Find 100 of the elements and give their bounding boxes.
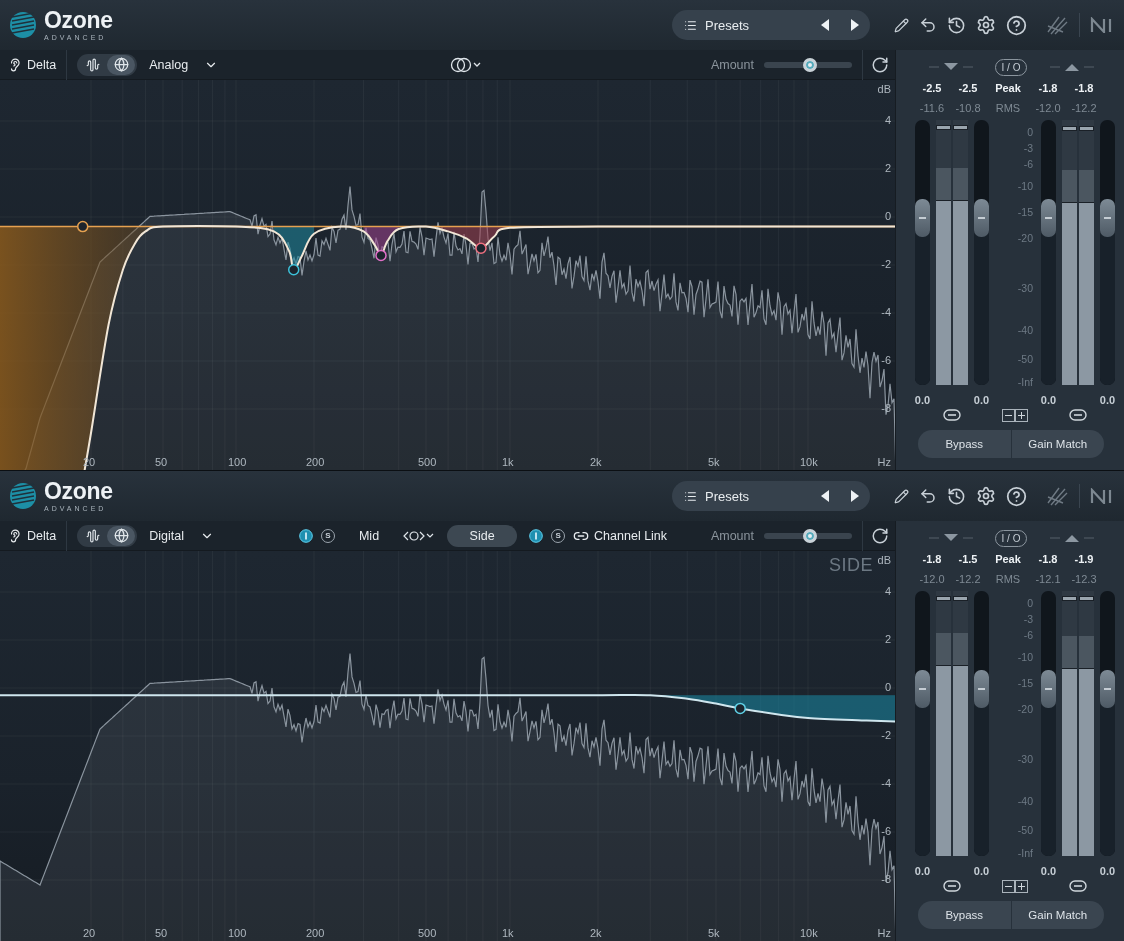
bypass-button[interactable]: Bypass (918, 901, 1011, 929)
globe-icon (113, 528, 129, 543)
eq-node[interactable] (734, 702, 746, 715)
ear-icon (8, 528, 22, 543)
x-axis-label: 1k (502, 927, 514, 939)
x-axis-unit: Hz (877, 456, 891, 468)
rms-value: -12.3 (1071, 573, 1097, 585)
gain-match-button[interactable]: Gain Match (1010, 430, 1104, 458)
link-icon[interactable] (943, 880, 961, 893)
previous-icon[interactable] (820, 19, 830, 31)
gain-reading: 0.0 (973, 394, 990, 406)
peak-hold-marker (1079, 596, 1094, 601)
logo-icon (8, 10, 38, 40)
peak-value: -2.5 (922, 82, 942, 94)
peak-value: -1.8 (922, 553, 942, 565)
y-axis-label: -2 (881, 729, 891, 741)
fader-handle[interactable] (1041, 670, 1056, 709)
peak-label: Peak (995, 553, 1021, 565)
scale-label: -40 (1017, 795, 1033, 807)
gain-match-button[interactable]: Gain Match (1010, 901, 1104, 929)
undo-icon[interactable] (919, 487, 937, 505)
help-icon[interactable] (1006, 14, 1027, 36)
logo-mark-icon[interactable] (1090, 488, 1114, 504)
y-axis-unit: dB (877, 554, 891, 566)
scribble-icon[interactable] (1045, 485, 1069, 507)
reset-icon[interactable] (871, 526, 889, 545)
peak-hold-marker (1062, 125, 1077, 131)
scale-label: 0 (1027, 597, 1033, 609)
mode-dropdown[interactable]: Analog (149, 57, 219, 72)
slider-thumb[interactable] (802, 528, 817, 543)
settings-icon[interactable] (976, 486, 996, 506)
scale-label: -15 (1017, 206, 1033, 218)
history-icon[interactable] (947, 15, 966, 35)
x-axis-label: 50 (155, 927, 168, 939)
presets-button[interactable]: Presets (684, 17, 814, 33)
scale-label: -Inf (1017, 376, 1033, 388)
undo-icon[interactable] (919, 16, 937, 34)
mode-dropdown[interactable]: Digital (149, 528, 214, 543)
peak-value: -1.8 (1038, 82, 1058, 94)
gain-reading: 0.0 (1099, 394, 1116, 406)
plus-icon[interactable] (1015, 409, 1028, 422)
logo-icon (8, 481, 38, 511)
stereo-mode-icon[interactable] (403, 528, 436, 543)
minus-icon[interactable] (1002, 880, 1015, 893)
fader-handle[interactable] (1041, 199, 1056, 238)
plus-icon[interactable] (1015, 880, 1028, 893)
scale-label: -20 (1017, 232, 1033, 244)
presets-button[interactable]: Presets (684, 488, 814, 504)
reset-icon[interactable] (871, 55, 889, 74)
eq-node[interactable] (76, 220, 89, 233)
rms-level-band (1062, 170, 1077, 203)
logo-text: Ozone (44, 480, 113, 503)
channel-link-button[interactable]: Channel Link (573, 527, 668, 544)
fader-handle[interactable] (974, 670, 989, 709)
link-icon[interactable] (943, 409, 961, 422)
pencil-icon[interactable] (894, 488, 909, 504)
settings-icon[interactable] (976, 15, 996, 35)
x-axis-label: 100 (228, 456, 247, 468)
x-axis-unit: Hz (877, 927, 891, 939)
link-icon[interactable] (1069, 409, 1087, 422)
link-icon[interactable] (1069, 880, 1087, 893)
delta-button[interactable]: Delta (8, 528, 57, 543)
fader-handle[interactable] (1100, 670, 1115, 709)
globe-view-toggle[interactable] (107, 54, 136, 75)
fader-handle[interactable] (974, 199, 989, 238)
rms-label: RMS (995, 573, 1021, 585)
enable-icon[interactable] (298, 528, 313, 543)
fader-handle[interactable] (915, 670, 930, 709)
output-triangle-icon (1049, 62, 1094, 72)
fader-handle[interactable] (915, 199, 930, 238)
eq-node[interactable] (375, 249, 387, 262)
eq-node[interactable] (475, 242, 487, 254)
scale-label: -6 (1023, 158, 1033, 170)
minus-icon[interactable] (1002, 409, 1015, 422)
next-icon[interactable] (850, 19, 860, 31)
peak-hold-marker (953, 125, 968, 130)
globe-view-toggle[interactable] (107, 525, 136, 546)
help-icon[interactable] (1006, 485, 1027, 507)
delta-button[interactable]: Delta (8, 57, 57, 72)
x-axis-label: 5k (708, 927, 720, 939)
scale-label: -10 (1017, 180, 1033, 192)
enable-icon[interactable] (529, 528, 544, 543)
logo-mark-icon[interactable] (1090, 17, 1114, 33)
scale-label: -30 (1017, 753, 1033, 765)
eq-node[interactable] (287, 264, 300, 276)
gain-reading: 0.0 (1040, 394, 1057, 406)
previous-icon[interactable] (820, 490, 830, 502)
scale-label: -40 (1017, 324, 1033, 336)
y-axis-label: -2 (881, 258, 891, 270)
fader-handle[interactable] (1100, 199, 1115, 238)
bypass-button[interactable]: Bypass (918, 430, 1011, 458)
pencil-icon[interactable] (894, 17, 909, 33)
channel-tab[interactable]: Side (447, 524, 518, 547)
channel-tab[interactable]: Mid (346, 524, 392, 547)
history-icon[interactable] (947, 486, 966, 506)
rms-value: -12.1 (1035, 573, 1061, 585)
rms-value: -12.2 (1071, 102, 1097, 114)
scribble-icon[interactable] (1045, 14, 1069, 36)
slider-thumb[interactable] (802, 57, 817, 72)
next-icon[interactable] (850, 490, 860, 502)
